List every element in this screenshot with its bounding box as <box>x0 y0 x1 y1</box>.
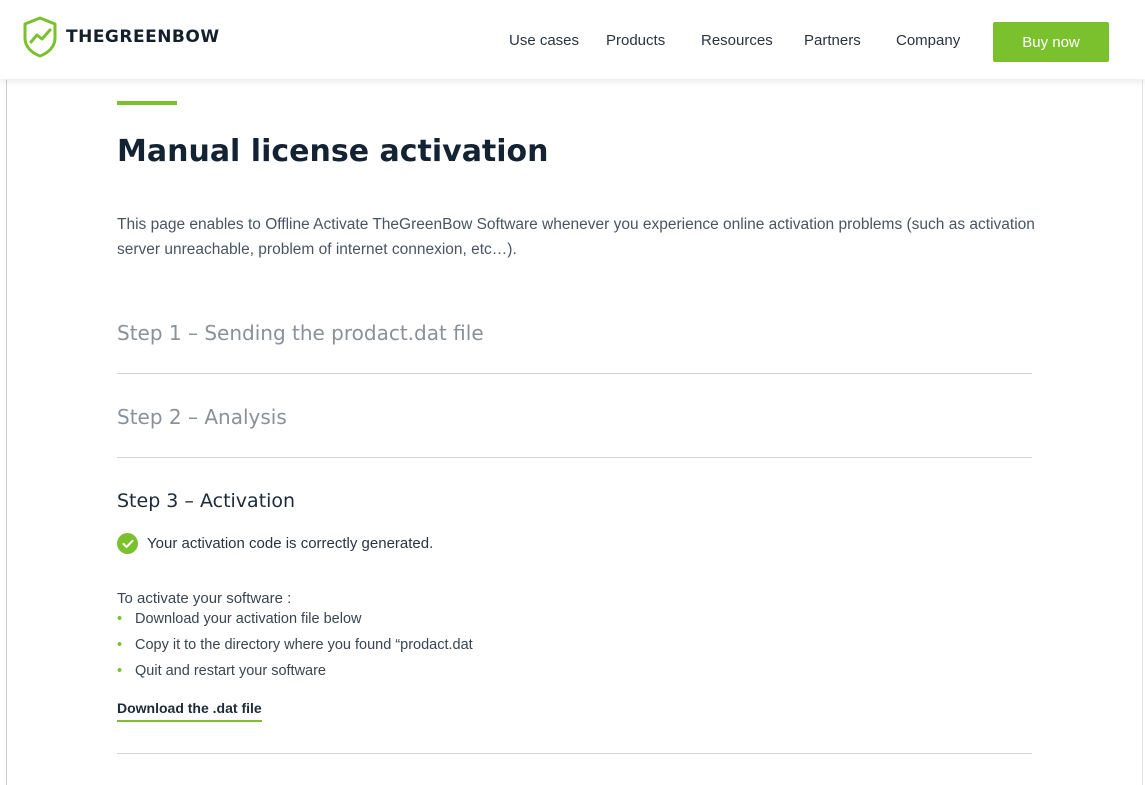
logo[interactable]: THEGREENBOW <box>22 16 220 58</box>
nav-company[interactable]: Company <box>896 32 960 49</box>
instructions-list: • Download your activation file below • … <box>117 609 473 687</box>
site-header: THEGREENBOW Use cases Products Resources… <box>0 0 1145 79</box>
shield-chart-icon <box>23 16 57 58</box>
logo-text: THEGREENBOW <box>66 27 220 47</box>
bullet-icon: • <box>117 663 123 679</box>
step-divider <box>117 753 1032 754</box>
list-item-text: Copy it to the directory where you found… <box>135 637 473 653</box>
success-message: Your activation code is correctly genera… <box>117 533 433 554</box>
window-right-border <box>1142 80 1143 785</box>
check-circle-icon <box>117 533 138 554</box>
step-divider <box>117 457 1032 458</box>
list-item: • Copy it to the directory where you fou… <box>117 635 473 661</box>
step-divider <box>117 373 1032 374</box>
nav-resources[interactable]: Resources <box>701 32 773 49</box>
nav-partners[interactable]: Partners <box>804 32 861 49</box>
page-title: Manual license activation <box>117 134 549 169</box>
nav-products[interactable]: Products <box>606 32 665 49</box>
list-item-text: Download your activation file below <box>135 611 362 627</box>
title-accent-bar <box>117 101 177 105</box>
step-3-title: Step 3 – Activation <box>117 490 296 512</box>
nav-use-cases[interactable]: Use cases <box>509 32 579 49</box>
bullet-icon: • <box>117 637 123 653</box>
download-dat-link[interactable]: Download the .dat file <box>117 700 262 722</box>
step-1-title[interactable]: Step 1 – Sending the prodact.dat file <box>117 321 484 345</box>
list-item-text: Quit and restart your software <box>135 663 326 679</box>
list-item: • Download your activation file below <box>117 609 473 635</box>
list-item: • Quit and restart your software <box>117 661 473 687</box>
step-2-title[interactable]: Step 2 – Analysis <box>117 405 287 429</box>
success-text: Your activation code is correctly genera… <box>147 535 434 552</box>
intro-text: This page enables to Offline Activate Th… <box>117 216 1035 258</box>
window-left-border <box>6 80 7 785</box>
bullet-icon: • <box>117 611 123 627</box>
buy-now-button[interactable]: Buy now <box>993 22 1109 62</box>
instructions-title: To activate your software : <box>117 590 292 607</box>
